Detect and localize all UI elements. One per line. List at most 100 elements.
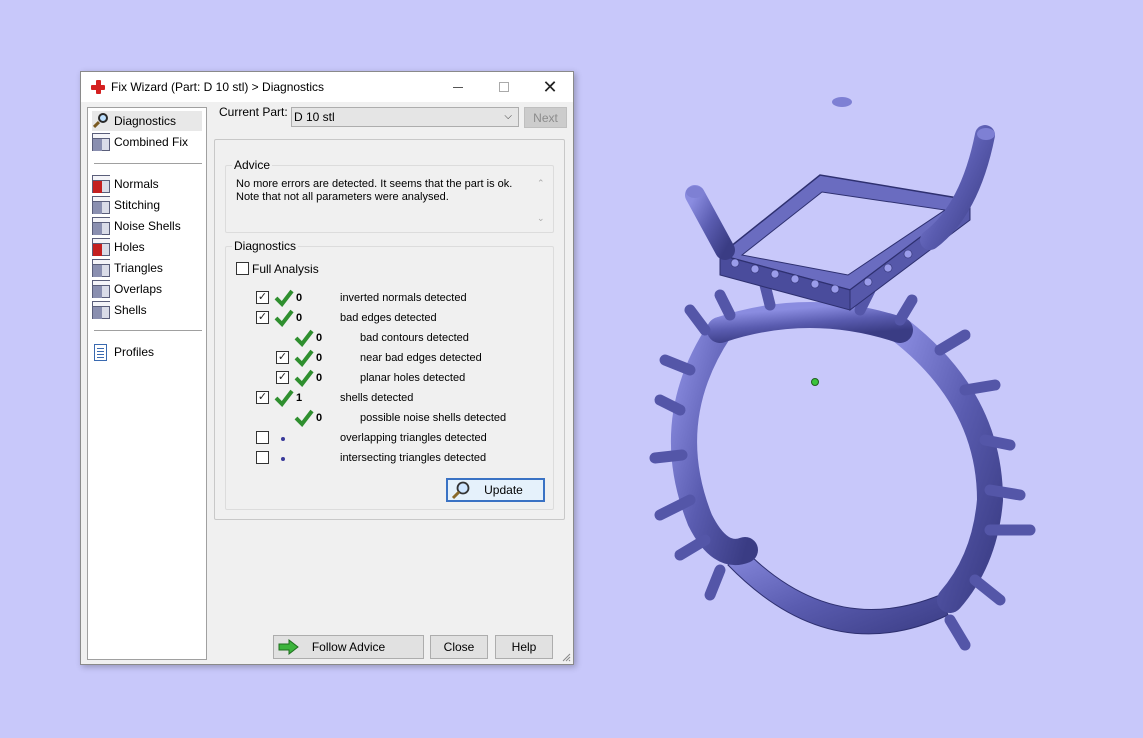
sidebar-item-label: Combined Fix [114,135,189,149]
sidebar: Diagnostics Combined Fix Normals Stitchi… [87,107,207,660]
update-button[interactable]: Update [446,478,545,502]
shells-icon [92,301,110,319]
advice-text: No more errors are detected. It seems th… [236,178,526,204]
sidebar-divider [94,163,202,164]
magnifier-icon [451,481,470,500]
scroll-up-icon[interactable]: ⌃ [537,178,545,189]
planar-holes-label: planar holes detected [360,372,466,384]
sidebar-item-label: Normals [114,177,159,191]
sidebar-item-normals[interactable]: Normals [92,174,165,194]
pending-dot-icon [281,457,285,461]
bad-contours-count: 0 [316,332,323,344]
update-label: Update [484,483,523,497]
sidebar-item-diagnostics[interactable]: Diagnostics [92,111,202,131]
sidebar-item-label: Diagnostics [114,114,177,128]
sidebar-item-overlaps[interactable]: Overlaps [92,279,168,299]
bad-edges-label: bad edges detected [340,312,437,324]
title-bar[interactable]: Fix Wizard (Part: D 10 stl) > Diagnostic… [81,72,573,102]
check-icon [294,349,314,367]
overlapping-triangles-checkbox[interactable] [256,431,269,444]
help-button[interactable]: Help [495,635,553,659]
noise-shells-icon [92,217,110,235]
inverted-normals-label: inverted normals detected [340,292,467,304]
sidebar-divider [94,330,202,331]
check-icon [294,409,314,427]
sidebar-item-label: Triangles [114,261,163,275]
pending-dot-icon [281,437,285,441]
overlaps-icon [92,280,110,298]
sidebar-item-label: Profiles [114,345,155,359]
holes-icon [92,238,110,256]
sidebar-item-profiles[interactable]: Profiles [92,342,160,362]
current-part-select[interactable]: D 10 stl ⌵ [291,107,519,127]
full-analysis-checkbox[interactable] [236,262,249,275]
planar-holes-checkbox[interactable]: ✓ [276,371,289,384]
triangles-icon [92,259,110,277]
noise-shells-count: 0 [316,412,323,424]
shells-label: shells detected [340,392,414,404]
bad-edges-checkbox[interactable]: ✓ [256,311,269,324]
pivot-point-marker [811,378,819,386]
follow-advice-label: Follow Advice [311,640,386,654]
next-button[interactable]: Next [524,107,567,128]
minimize-icon [453,86,463,88]
arrow-right-icon [278,639,299,655]
advice-scrollbar[interactable]: ⌃ ⌄ [535,178,547,224]
check-icon [274,289,294,307]
maximize-icon [499,82,509,92]
advice-line-2: Note that not all parameters were analys… [236,191,449,203]
sidebar-item-label: Overlaps [114,282,163,296]
inverted-normals-checkbox[interactable]: ✓ [256,291,269,304]
intersecting-triangles-checkbox[interactable] [256,451,269,464]
scroll-down-icon[interactable]: ⌄ [537,213,545,224]
window-title: Fix Wizard (Part: D 10 stl) > Diagnostic… [111,80,325,94]
sidebar-item-stitching[interactable]: Stitching [92,195,166,215]
advice-title: Advice [232,158,273,172]
current-part-label: Current Part: [219,105,288,119]
fix-wizard-dialog: Fix Wizard (Part: D 10 stl) > Diagnostic… [80,71,574,665]
advice-group: Advice No more errors are detected. It s… [225,158,554,233]
sidebar-item-label: Holes [114,240,145,254]
sidebar-item-label: Shells [114,303,147,317]
sidebar-item-holes[interactable]: Holes [92,237,151,257]
shells-count: 1 [296,392,303,404]
inverted-normals-count: 0 [296,292,303,304]
sidebar-item-shells[interactable]: Shells [92,300,153,320]
follow-advice-button[interactable]: Follow Advice [273,635,424,659]
maximize-button[interactable] [481,72,527,102]
shells-checkbox[interactable]: ✓ [256,391,269,404]
near-bad-edges-label: near bad edges detected [360,352,482,364]
near-bad-edges-checkbox[interactable]: ✓ [276,351,289,364]
noise-shells-label: possible noise shells detected [360,412,507,424]
diagnostics-title: Diagnostics [232,239,299,253]
close-button[interactable]: Close [430,635,488,659]
planar-holes-count: 0 [316,372,323,384]
sidebar-item-label: Noise Shells [114,219,181,233]
document-icon [94,343,107,361]
sidebar-item-label: Stitching [114,198,161,212]
chevron-down-icon: ⌵ [504,111,512,122]
minimize-button[interactable] [435,72,481,102]
check-icon [274,389,294,407]
sidebar-item-triangles[interactable]: Triangles [92,258,169,278]
3d-ring-model[interactable] [600,80,1143,680]
magnifier-icon [92,112,110,130]
diagnostics-panel: Advice No more errors are detected. It s… [214,139,565,520]
near-bad-edges-count: 0 [316,352,323,364]
check-icon [274,309,294,327]
intersecting-triangles-label: intersecting triangles detected [340,452,487,464]
close-icon: ✕ [542,77,558,97]
cube-icon [92,133,110,151]
resize-grip-icon[interactable] [561,652,571,662]
close-window-button[interactable]: ✕ [527,72,573,102]
normals-icon [92,175,110,193]
overlapping-triangles-label: overlapping triangles detected [340,432,487,444]
stitching-icon [92,196,110,214]
sidebar-item-noise-shells[interactable]: Noise Shells [92,216,187,236]
check-icon [294,329,314,347]
full-analysis-label: Full Analysis [252,262,319,276]
bad-edges-count: 0 [296,312,303,324]
sidebar-item-combined-fix[interactable]: Combined Fix [92,132,194,152]
check-icon [294,369,314,387]
red-cross-icon [91,80,105,94]
